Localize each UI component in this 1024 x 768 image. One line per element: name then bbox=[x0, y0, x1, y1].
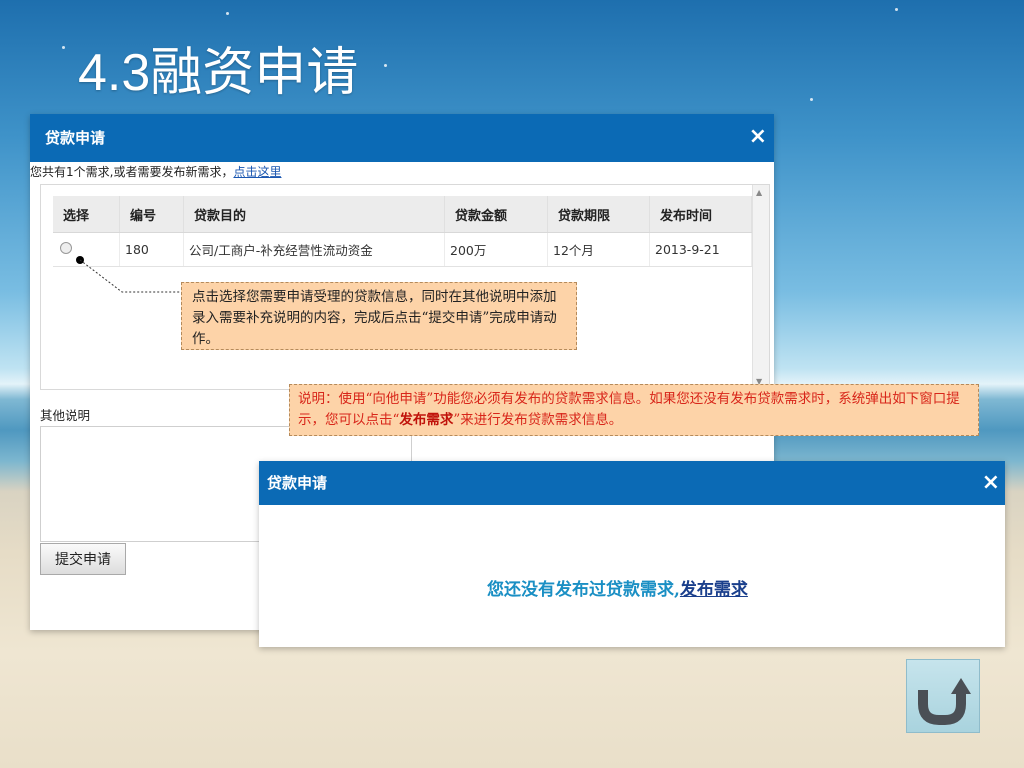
note-text-after: ”来进行发布贷款需求信息。 bbox=[453, 412, 623, 428]
notice-text: 您共有1个需求,或者需要发布新需求， bbox=[30, 165, 234, 179]
amount-cell: 200万 bbox=[444, 232, 548, 267]
dialog-header: 贷款申请 × bbox=[30, 114, 774, 162]
col-select: 选择 bbox=[53, 196, 120, 233]
note-text-before: 说明：使用“向他申请”功能您必须有发布的贷款需求信息。如果您还没有发布贷款需求时… bbox=[298, 391, 960, 428]
loan-table: 选择 编号 贷款目的 贷款金额 贷款期限 发布时间 180 公司/工商户-补充经… bbox=[53, 196, 752, 267]
return-arrow-icon bbox=[918, 678, 971, 725]
sparkle-decoration bbox=[384, 64, 387, 67]
close-icon[interactable]: × bbox=[749, 125, 767, 149]
dialog2-title: 贷款申请 bbox=[267, 474, 328, 492]
table-header-row: 选择 编号 贷款目的 贷款金额 贷款期限 发布时间 bbox=[53, 196, 752, 233]
return-button[interactable] bbox=[906, 659, 980, 733]
submit-application-button[interactable]: 提交申请 bbox=[40, 543, 126, 575]
date-cell: 2013-9-21 bbox=[649, 232, 752, 267]
id-cell: 180 bbox=[119, 232, 184, 267]
table-row[interactable]: 180 公司/工商户-补充经营性流动资金 200万 12个月 2013-9-21 bbox=[53, 232, 752, 267]
col-id: 编号 bbox=[119, 196, 184, 233]
other-notes-label: 其他说明 bbox=[40, 408, 91, 423]
purpose-cell: 公司/工商户-补充经营性流动资金 bbox=[183, 232, 445, 267]
term-cell: 12个月 bbox=[547, 232, 650, 267]
instruction-callout: 点击选择您需要申请受理的贷款信息，同时在其他说明中添加录入需要补充说明的内容，完… bbox=[181, 282, 577, 350]
col-amount: 贷款金额 bbox=[444, 196, 548, 233]
dialog2-header: 贷款申请 × bbox=[259, 461, 1005, 505]
vertical-scrollbar[interactable]: ▲ ▼ bbox=[752, 185, 769, 389]
dialog-title: 贷款申请 bbox=[45, 129, 106, 147]
no-demand-message: 您还没有发布过贷款需求,发布需求 bbox=[487, 575, 748, 600]
scroll-up-icon[interactable]: ▲ bbox=[756, 188, 762, 197]
close-icon[interactable]: × bbox=[982, 471, 1000, 495]
sparkle-decoration bbox=[810, 98, 813, 101]
col-term: 贷款期限 bbox=[547, 196, 650, 233]
demand-notice: 您共有1个需求,或者需要发布新需求，点击这里 bbox=[30, 162, 281, 182]
row-radio[interactable] bbox=[60, 242, 72, 254]
no-demand-dialog: 贷款申请 × 您还没有发布过贷款需求,发布需求 bbox=[259, 461, 1005, 647]
sparkle-decoration bbox=[62, 46, 65, 49]
message-text: 您还没有发布过贷款需求, bbox=[487, 580, 680, 600]
note-callout: 说明：使用“向他申请”功能您必须有发布的贷款需求信息。如果您还没有发布贷款需求时… bbox=[289, 384, 979, 436]
slide-title: 4.3融资申请 bbox=[78, 44, 359, 102]
col-purpose: 贷款目的 bbox=[183, 196, 445, 233]
sparkle-decoration bbox=[226, 12, 229, 15]
select-cell bbox=[53, 232, 120, 267]
sparkle-decoration bbox=[895, 8, 898, 11]
note-bold-text: 发布需求 bbox=[399, 412, 454, 428]
click-here-link[interactable]: 点击这里 bbox=[233, 165, 281, 179]
col-date: 发布时间 bbox=[649, 196, 752, 233]
publish-demand-link[interactable]: 发布需求 bbox=[680, 580, 748, 600]
